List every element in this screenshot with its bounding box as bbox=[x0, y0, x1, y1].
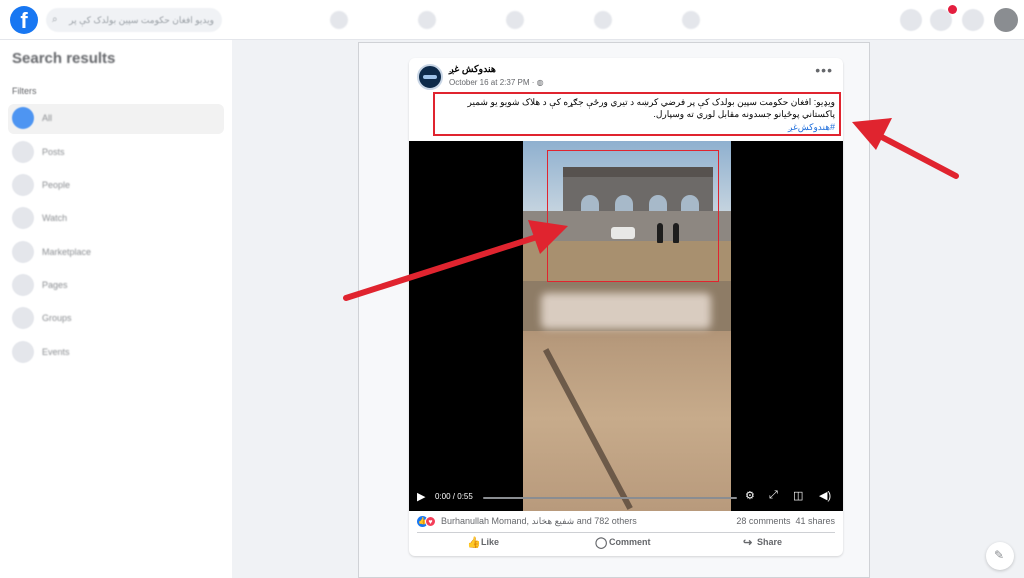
sidebar-item-events[interactable]: Events bbox=[8, 338, 224, 368]
friends-icon[interactable] bbox=[418, 11, 436, 29]
reaction-names[interactable]: Burhanullah Momand, شفیع هخاند and 782 o… bbox=[441, 516, 637, 527]
video-time: 0:00 / 0:55 bbox=[435, 492, 473, 501]
sidebar-item-label: Posts bbox=[42, 147, 65, 157]
comments-count[interactable]: 28 comments bbox=[736, 516, 790, 526]
compose-icon: ✎ bbox=[994, 548, 1005, 562]
reactions-row: 👍 ♥ Burhanullah Momand, شفیع هخاند and 7… bbox=[409, 514, 843, 530]
share-icon: ↪ bbox=[743, 537, 753, 549]
engagement-counts: 28 comments 41 shares bbox=[736, 516, 835, 526]
search-icon: ⌕ bbox=[52, 14, 58, 25]
posts-icon bbox=[12, 141, 34, 163]
post-date: October 16 at 2:37 PM · bbox=[449, 78, 537, 87]
sidebar-item-label: Watch bbox=[42, 213, 68, 223]
volume-icon[interactable]: ◀) bbox=[819, 489, 831, 502]
home-icon[interactable] bbox=[330, 11, 348, 29]
people-icon bbox=[12, 174, 34, 196]
duration: 0:55 bbox=[457, 492, 473, 501]
new-message-button[interactable]: ✎ bbox=[986, 542, 1014, 570]
like-label: Like bbox=[481, 536, 500, 547]
marketplace-icon bbox=[12, 241, 34, 263]
pole-shadow bbox=[543, 348, 633, 510]
sidebar-item-label: Pages bbox=[42, 280, 68, 290]
sidebar-item-posts[interactable]: Posts bbox=[8, 138, 224, 168]
fullscreen-icon[interactable]: ⤢ bbox=[769, 489, 778, 502]
page-logo-mark bbox=[423, 75, 437, 79]
sidebar-item-watch[interactable]: Watch bbox=[8, 204, 224, 234]
post-author[interactable]: هندوکش غږ bbox=[449, 64, 496, 75]
search-input[interactable]: ⌕ ویدیو افغان حکومت سپین بولدک کې پر bbox=[46, 8, 222, 32]
sidebar-item-marketplace[interactable]: Marketplace bbox=[8, 238, 224, 268]
share-button[interactable]: ↪ Share bbox=[743, 536, 782, 554]
sidebar-item-label: Events bbox=[42, 347, 70, 357]
shares-count[interactable]: 41 shares bbox=[795, 516, 835, 526]
blurred-region bbox=[541, 293, 711, 329]
events-icon bbox=[12, 341, 34, 363]
groups-icon bbox=[12, 307, 34, 329]
like-icon: 👍 bbox=[467, 537, 481, 549]
play-icon[interactable]: ▶ bbox=[417, 490, 425, 503]
sidebar-item-label: Marketplace bbox=[42, 247, 92, 257]
picture-in-picture-icon[interactable]: ◫ bbox=[793, 489, 803, 502]
love-reaction-icon: ♥ bbox=[425, 516, 436, 527]
account-avatar[interactable] bbox=[994, 8, 1018, 32]
notifications-icon[interactable] bbox=[962, 9, 984, 31]
pages-icon bbox=[12, 274, 34, 296]
sidebar-item-all[interactable]: All bbox=[8, 104, 224, 134]
sidebar-item-people[interactable]: People bbox=[8, 171, 224, 201]
search-query: ویدیو افغان حکومت سپین بولدک کې پر bbox=[69, 15, 214, 25]
current-time: 0:00 bbox=[435, 492, 451, 501]
watch-icon bbox=[12, 207, 34, 229]
video-controls: ▶ 0:00 / 0:55 ⚙ ⤢ ◫ ◀) bbox=[409, 487, 843, 509]
comment-button[interactable]: ◯ Comment bbox=[595, 536, 651, 554]
post-timestamp[interactable]: October 16 at 2:37 PM · ◍ bbox=[449, 78, 544, 87]
all-icon bbox=[12, 107, 34, 129]
menu-icon[interactable] bbox=[900, 9, 922, 31]
watch-icon[interactable] bbox=[506, 11, 524, 29]
more-options-icon[interactable]: ••• bbox=[815, 62, 833, 78]
sidebar-item-pages[interactable]: Pages bbox=[8, 271, 224, 301]
notification-badge bbox=[948, 5, 957, 14]
comment-icon: ◯ bbox=[595, 537, 608, 549]
video-highlight-box bbox=[547, 150, 719, 282]
sidebar-item-label: Groups bbox=[42, 313, 72, 323]
sidebar-item-label: People bbox=[42, 180, 71, 190]
like-button[interactable]: 👍Like bbox=[467, 536, 499, 554]
divider bbox=[417, 532, 835, 533]
filters-label: Filters bbox=[12, 86, 37, 96]
top-navigation-bar: f ⌕ ویدیو افغان حکومت سپین بولدک کې پر bbox=[0, 0, 1024, 40]
groups-icon[interactable] bbox=[594, 11, 612, 29]
gaming-icon[interactable] bbox=[682, 11, 700, 29]
globe-icon: ◍ bbox=[536, 78, 544, 87]
text-highlight-box bbox=[433, 92, 841, 136]
video-scrubber[interactable] bbox=[483, 497, 737, 499]
settings-icon[interactable]: ⚙ bbox=[745, 489, 755, 502]
comment-label: Comment bbox=[609, 536, 651, 547]
page-avatar[interactable] bbox=[417, 64, 443, 90]
sidebar-item-groups[interactable]: Groups bbox=[8, 304, 224, 334]
search-sidebar: Search results Filters All Posts People … bbox=[0, 40, 232, 578]
share-label: Share bbox=[757, 536, 783, 547]
sidebar-title: Search results bbox=[12, 50, 116, 67]
facebook-logo[interactable]: f bbox=[10, 6, 38, 34]
sidebar-item-label: All bbox=[42, 113, 53, 123]
